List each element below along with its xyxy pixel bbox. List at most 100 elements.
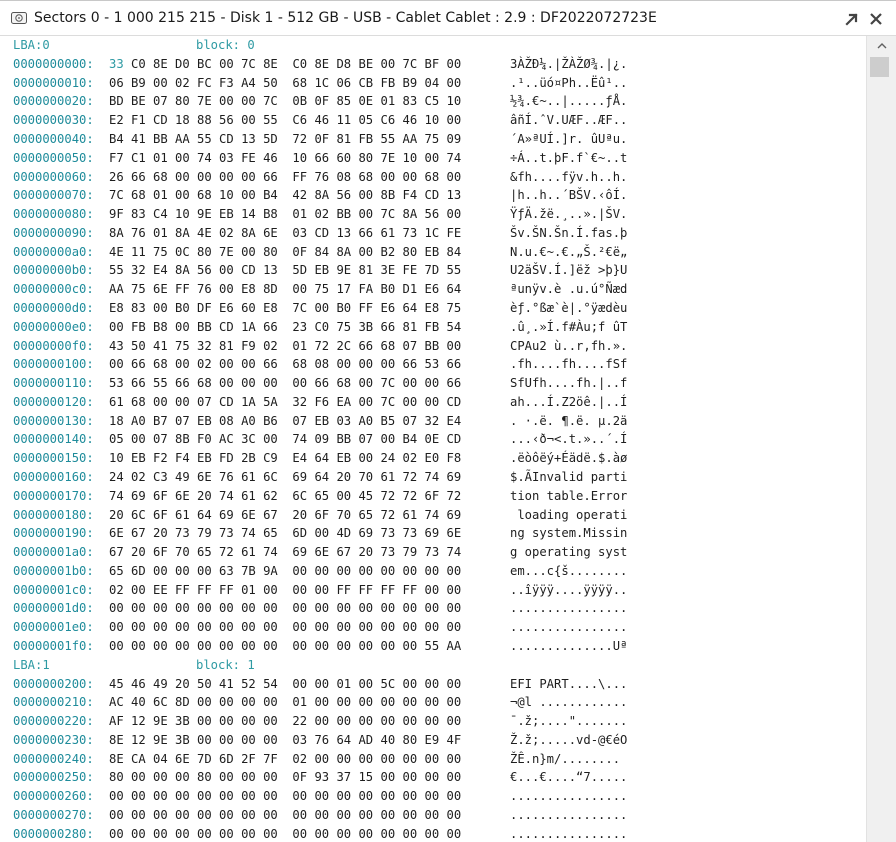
row-ascii[interactable]: ½¾.€~..|.....ƒÅ. bbox=[510, 92, 627, 110]
row-ascii[interactable]: ¯.ž;...."....... bbox=[510, 712, 627, 730]
row-bytes[interactable]: 9F 83 C4 10 9E EB 14 B8 01 02 BB 00 7C 8… bbox=[109, 205, 461, 223]
row-bytes[interactable]: AF 12 9E 3B 00 00 00 00 22 00 00 00 00 0… bbox=[109, 712, 461, 730]
row-ascii[interactable]: ng system.Missin bbox=[510, 524, 627, 542]
row-ascii[interactable]: ŸƒÄ.žë.¸..».|ŠV. bbox=[510, 205, 627, 223]
row-ascii[interactable]: EFI PART....\... bbox=[510, 675, 627, 693]
row-ascii[interactable]: ...‹ð¬<.t.»..´.Í bbox=[510, 430, 627, 448]
row-bytes[interactable]: 4E 11 75 0C 80 7E 00 80 0F 84 8A 00 B2 8… bbox=[109, 243, 461, 261]
row-bytes[interactable]: 10 EB F2 F4 EB FD 2B C9 E4 64 EB 00 24 0… bbox=[109, 449, 461, 467]
close-icon[interactable] bbox=[866, 9, 886, 29]
row-offset: 00000000e0: bbox=[13, 319, 94, 334]
row-ascii[interactable]: ´A»ªUÍ.]r. ûUªu. bbox=[510, 130, 627, 148]
row-ascii[interactable]: loading operati bbox=[510, 506, 627, 524]
row-bytes[interactable]: E2 F1 CD 18 88 56 00 55 C6 46 11 05 C6 4… bbox=[109, 111, 461, 129]
vertical-scrollbar[interactable] bbox=[866, 36, 896, 842]
row-ascii[interactable]: em...c{š........ bbox=[510, 562, 627, 580]
row-bytes[interactable]: 00 00 00 00 00 00 00 00 00 00 00 00 00 0… bbox=[109, 637, 461, 655]
title-bar: Sectors 0 - 1 000 215 215 - Disk 1 - 512… bbox=[0, 0, 896, 36]
row-bytes[interactable]: 74 69 6F 6E 20 74 61 62 6C 65 00 45 72 7… bbox=[109, 487, 461, 505]
row-ascii[interactable]: &fh....fÿv.h..h. bbox=[510, 168, 627, 186]
row-ascii[interactable]: ¬@l ............ bbox=[510, 693, 627, 711]
row-bytes[interactable]: 6E 67 20 73 79 73 74 65 6D 00 4D 69 73 7… bbox=[109, 524, 461, 542]
row-bytes[interactable]: 00 66 68 00 02 00 00 66 68 08 00 00 00 6… bbox=[109, 355, 461, 373]
row-ascii[interactable]: ..îÿÿÿ....ÿÿÿÿ.. bbox=[510, 581, 627, 599]
row-bytes[interactable]: 65 6D 00 00 00 63 7B 9A 00 00 00 00 00 0… bbox=[109, 562, 461, 580]
row-ascii[interactable]: .û¸.»Í.f#Àu;f ûT bbox=[510, 318, 627, 336]
row-ascii[interactable]: 3ÀŽÐ¼.|ŽÀŽØ¾.|¿. bbox=[510, 55, 627, 73]
row-ascii[interactable]: .¹..üó¤Ph..Ëû¹.. bbox=[510, 74, 627, 92]
row-bytes[interactable]: AC 40 6C 8D 00 00 00 00 01 00 00 00 00 0… bbox=[109, 693, 461, 711]
row-ascii[interactable]: |h..h..´BŠV.‹ôÍ. bbox=[510, 186, 627, 204]
row-ascii[interactable]: SfUfh....fh.|..f bbox=[510, 374, 627, 392]
row-bytes[interactable]: 00 FB B8 00 BB CD 1A 66 23 C0 75 3B 66 8… bbox=[109, 318, 461, 336]
cursor-byte[interactable]: 33 bbox=[109, 57, 124, 71]
row-ascii[interactable]: Šv.ŠN.Šn.Í.fas.þ bbox=[510, 224, 627, 242]
row-ascii[interactable]: g operating syst bbox=[510, 543, 627, 561]
row-bytes[interactable]: 00 00 00 00 00 00 00 00 00 00 00 00 00 0… bbox=[109, 787, 461, 805]
row-ascii[interactable]: .ëòôëý+Éädë.$.àø bbox=[510, 449, 627, 467]
row-ascii[interactable]: ŽÊ.n}m/........ bbox=[510, 750, 620, 768]
row-bytes[interactable]: AA 75 6E FF 76 00 E8 8D 00 75 17 FA B0 D… bbox=[109, 280, 461, 298]
row-offset: 0000000250: bbox=[13, 770, 94, 785]
row-bytes[interactable]: 00 00 00 00 00 00 00 00 00 00 00 00 00 0… bbox=[109, 618, 461, 636]
row-ascii[interactable]: ªunÿv.è .u.ú°Ñæd bbox=[510, 280, 627, 298]
row-ascii[interactable]: âñÍ.ˆV.UÆF..ÆF.. bbox=[510, 111, 627, 129]
row-bytes[interactable]: 00 00 00 00 00 00 00 00 00 00 00 00 00 0… bbox=[109, 825, 461, 842]
row-bytes[interactable]: 8A 76 01 8A 4E 02 8A 6E 03 CD 13 66 61 7… bbox=[109, 224, 461, 242]
row-bytes[interactable]: 20 6C 6F 61 64 69 6E 67 20 6F 70 65 72 6… bbox=[109, 506, 461, 524]
row-bytes[interactable]: E8 83 00 B0 DF E6 60 E8 7C 00 B0 FF E6 6… bbox=[109, 299, 461, 317]
row-bytes[interactable]: 67 20 6F 70 65 72 61 74 69 6E 67 20 73 7… bbox=[109, 543, 461, 561]
row-bytes[interactable]: 00 00 00 00 00 00 00 00 00 00 00 00 00 0… bbox=[109, 599, 461, 617]
row-bytes[interactable]: 05 00 07 8B F0 AC 3C 00 74 09 BB 07 00 B… bbox=[109, 430, 461, 448]
restore-arrow-icon[interactable] bbox=[842, 9, 862, 29]
row-ascii[interactable]: U2äŠV.Í.]ëž >þ}U bbox=[510, 261, 627, 279]
row-bytes[interactable]: 7C 68 01 00 68 10 00 B4 42 8A 56 00 8B F… bbox=[109, 186, 461, 204]
scrollbar-thumb[interactable] bbox=[870, 57, 889, 77]
row-ascii[interactable]: . ·.ë. ¶.ë. µ.2ä bbox=[510, 412, 627, 430]
row-ascii[interactable]: tion table.Error bbox=[510, 487, 627, 505]
row-bytes[interactable]: 18 A0 B7 07 EB 08 A0 B6 07 EB 03 A0 B5 0… bbox=[109, 412, 461, 430]
row-bytes[interactable]: 43 50 41 75 32 81 F9 02 01 72 2C 66 68 0… bbox=[109, 337, 461, 355]
row-bytes[interactable]: 02 00 EE FF FF FF 01 00 00 00 FF FF FF F… bbox=[109, 581, 461, 599]
row-bytes[interactable]: 55 32 E4 8A 56 00 CD 13 5D EB 9E 81 3E F… bbox=[109, 261, 461, 279]
row-bytes[interactable]: B4 41 BB AA 55 CD 13 5D 72 0F 81 FB 55 A… bbox=[109, 130, 461, 148]
hex-view[interactable]: LBA:0 block: 0 0000000000: 33 C0 8E D0 BC 0… bbox=[0, 36, 866, 842]
row-bytes[interactable]: 80 00 00 00 80 00 00 00 0F 93 37 15 00 0… bbox=[109, 768, 461, 786]
row-ascii[interactable]: ................ bbox=[510, 806, 627, 824]
row-bytes[interactable]: 24 02 C3 49 6E 76 61 6C 69 64 20 70 61 7… bbox=[109, 468, 461, 486]
scroll-up-arrow-icon[interactable] bbox=[867, 36, 896, 54]
row-ascii[interactable]: ..............Uª bbox=[510, 637, 627, 655]
row-ascii[interactable]: ................ bbox=[510, 618, 627, 636]
row-bytes[interactable]: F7 C1 01 00 74 03 FE 46 10 66 60 80 7E 1… bbox=[109, 149, 461, 167]
row-bytes[interactable]: 8E 12 9E 3B 00 00 00 00 03 76 64 AD 40 8… bbox=[109, 731, 461, 749]
row-ascii[interactable]: ah...Í.Z2öê.|..Í bbox=[510, 393, 627, 411]
row-ascii[interactable]: ÷Á..t.þF.f`€~..t bbox=[510, 149, 627, 167]
row-bytes[interactable]: 06 B9 00 02 FC F3 A4 50 68 1C 06 CB FB B… bbox=[109, 74, 461, 92]
row-offset: 00000000d0: bbox=[13, 300, 94, 315]
row-offset: 0000000200: bbox=[13, 676, 94, 691]
row-bytes[interactable]: 00 00 00 00 00 00 00 00 00 00 00 00 00 0… bbox=[109, 806, 461, 824]
row-offset: 0000000120: bbox=[13, 394, 94, 409]
row-bytes[interactable]: 33 C0 8E D0 BC 00 7C 8E C0 8E D8 BE 00 7… bbox=[109, 55, 461, 73]
row-ascii[interactable]: èƒ.°ßæ`è|.°ÿædèu bbox=[510, 299, 627, 317]
row-ascii[interactable]: .fh....fh....fSf bbox=[510, 355, 627, 373]
row-offset: 0000000070: bbox=[13, 188, 94, 203]
row-ascii[interactable]: $.ÃInvalid parti bbox=[510, 468, 627, 486]
row-ascii[interactable]: N.u.€~.€.„Š.²€ë„ bbox=[510, 243, 627, 261]
row-ascii[interactable]: €...€....“7..... bbox=[510, 768, 627, 786]
row-ascii[interactable]: CPAu2 ù..r,fh.». bbox=[510, 337, 627, 355]
window-title: Sectors 0 - 1 000 215 215 - Disk 1 - 512… bbox=[34, 10, 657, 26]
disk-icon bbox=[10, 9, 28, 27]
row-ascii[interactable]: ................ bbox=[510, 787, 627, 805]
row-bytes[interactable]: 61 68 00 00 07 CD 1A 5A 32 F6 EA 00 7C 0… bbox=[109, 393, 461, 411]
row-ascii[interactable]: Ž.ž;.....vd-@€éO bbox=[510, 731, 627, 749]
row-bytes[interactable]: 53 66 55 66 68 00 00 00 00 66 68 00 7C 0… bbox=[109, 374, 461, 392]
row-ascii[interactable]: ................ bbox=[510, 825, 627, 842]
row-bytes[interactable]: 8E CA 04 6E 7D 6D 2F 7F 02 00 00 00 00 0… bbox=[109, 750, 461, 768]
row-bytes[interactable]: 26 66 68 00 00 00 00 66 FF 76 08 68 00 0… bbox=[109, 168, 461, 186]
row-bytes[interactable]: 45 46 49 20 50 41 52 54 00 00 01 00 5C 0… bbox=[109, 675, 461, 693]
block-label: block: 0 bbox=[196, 38, 255, 52]
row-ascii[interactable]: ................ bbox=[510, 599, 627, 617]
row-bytes[interactable]: BD BE 07 80 7E 00 00 7C 0B 0F 85 0E 01 8… bbox=[109, 92, 461, 110]
lba-label: LBA:0 bbox=[13, 38, 50, 52]
